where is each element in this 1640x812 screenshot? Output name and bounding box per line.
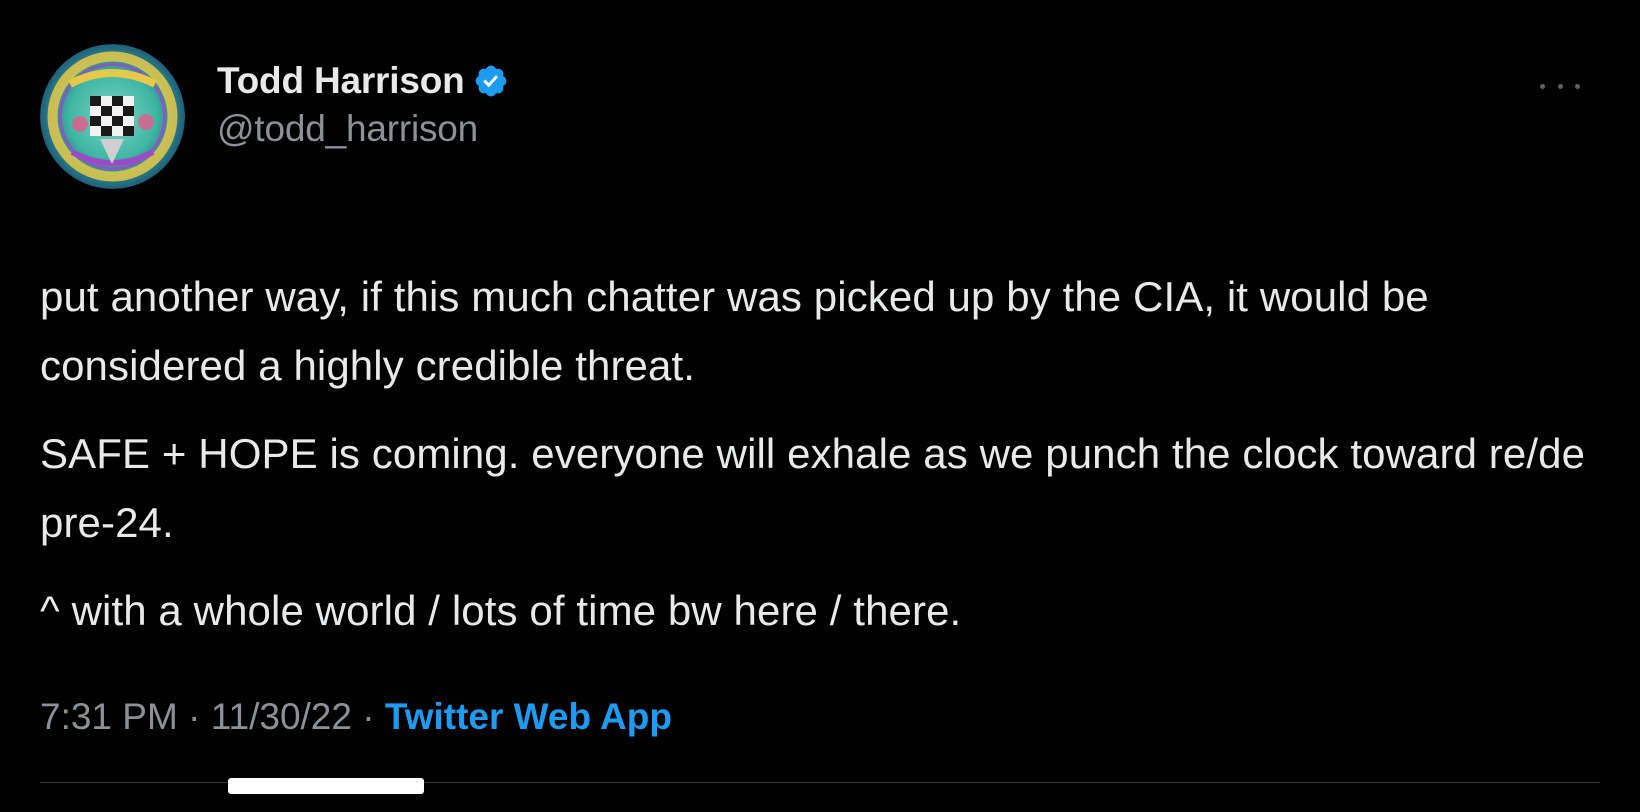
tweet-paragraph: SAFE + HOPE is coming. everyone will exh… bbox=[40, 430, 1586, 546]
name-row: Todd Harrison bbox=[217, 60, 509, 102]
display-name[interactable]: Todd Harrison bbox=[217, 60, 465, 102]
tweet-time[interactable]: 7:31 PM bbox=[40, 696, 178, 737]
author-info: Todd Harrison @todd_harrison bbox=[217, 60, 509, 150]
redaction-mark bbox=[228, 778, 424, 794]
tweet: Todd Harrison @todd_harrison put another… bbox=[0, 0, 1640, 812]
more-dot bbox=[1540, 83, 1545, 89]
tweet-source-link[interactable]: Twitter Web App bbox=[385, 696, 672, 737]
more-horizontal-icon[interactable] bbox=[1540, 76, 1580, 96]
more-dot bbox=[1557, 83, 1563, 89]
tweet-header: Todd Harrison @todd_harrison bbox=[40, 40, 1600, 189]
tweet-paragraph: ^ with a whole world / lots of time bw h… bbox=[40, 587, 962, 634]
tweet-paragraph: put another way, if this much chatter wa… bbox=[40, 273, 1429, 389]
avatar[interactable] bbox=[40, 44, 185, 189]
tweet-meta: 7:31 PM · 11/30/22 · Twitter Web App bbox=[40, 696, 672, 738]
meta-separator: · bbox=[177, 696, 211, 737]
tweet-text: put another way, if this much chatter wa… bbox=[40, 262, 1600, 664]
verified-badge-icon[interactable] bbox=[473, 63, 509, 99]
meta-separator: · bbox=[351, 696, 385, 737]
handle[interactable]: @todd_harrison bbox=[217, 108, 509, 150]
tweet-date[interactable]: 11/30/22 bbox=[211, 696, 352, 737]
more-dot bbox=[1575, 83, 1580, 89]
